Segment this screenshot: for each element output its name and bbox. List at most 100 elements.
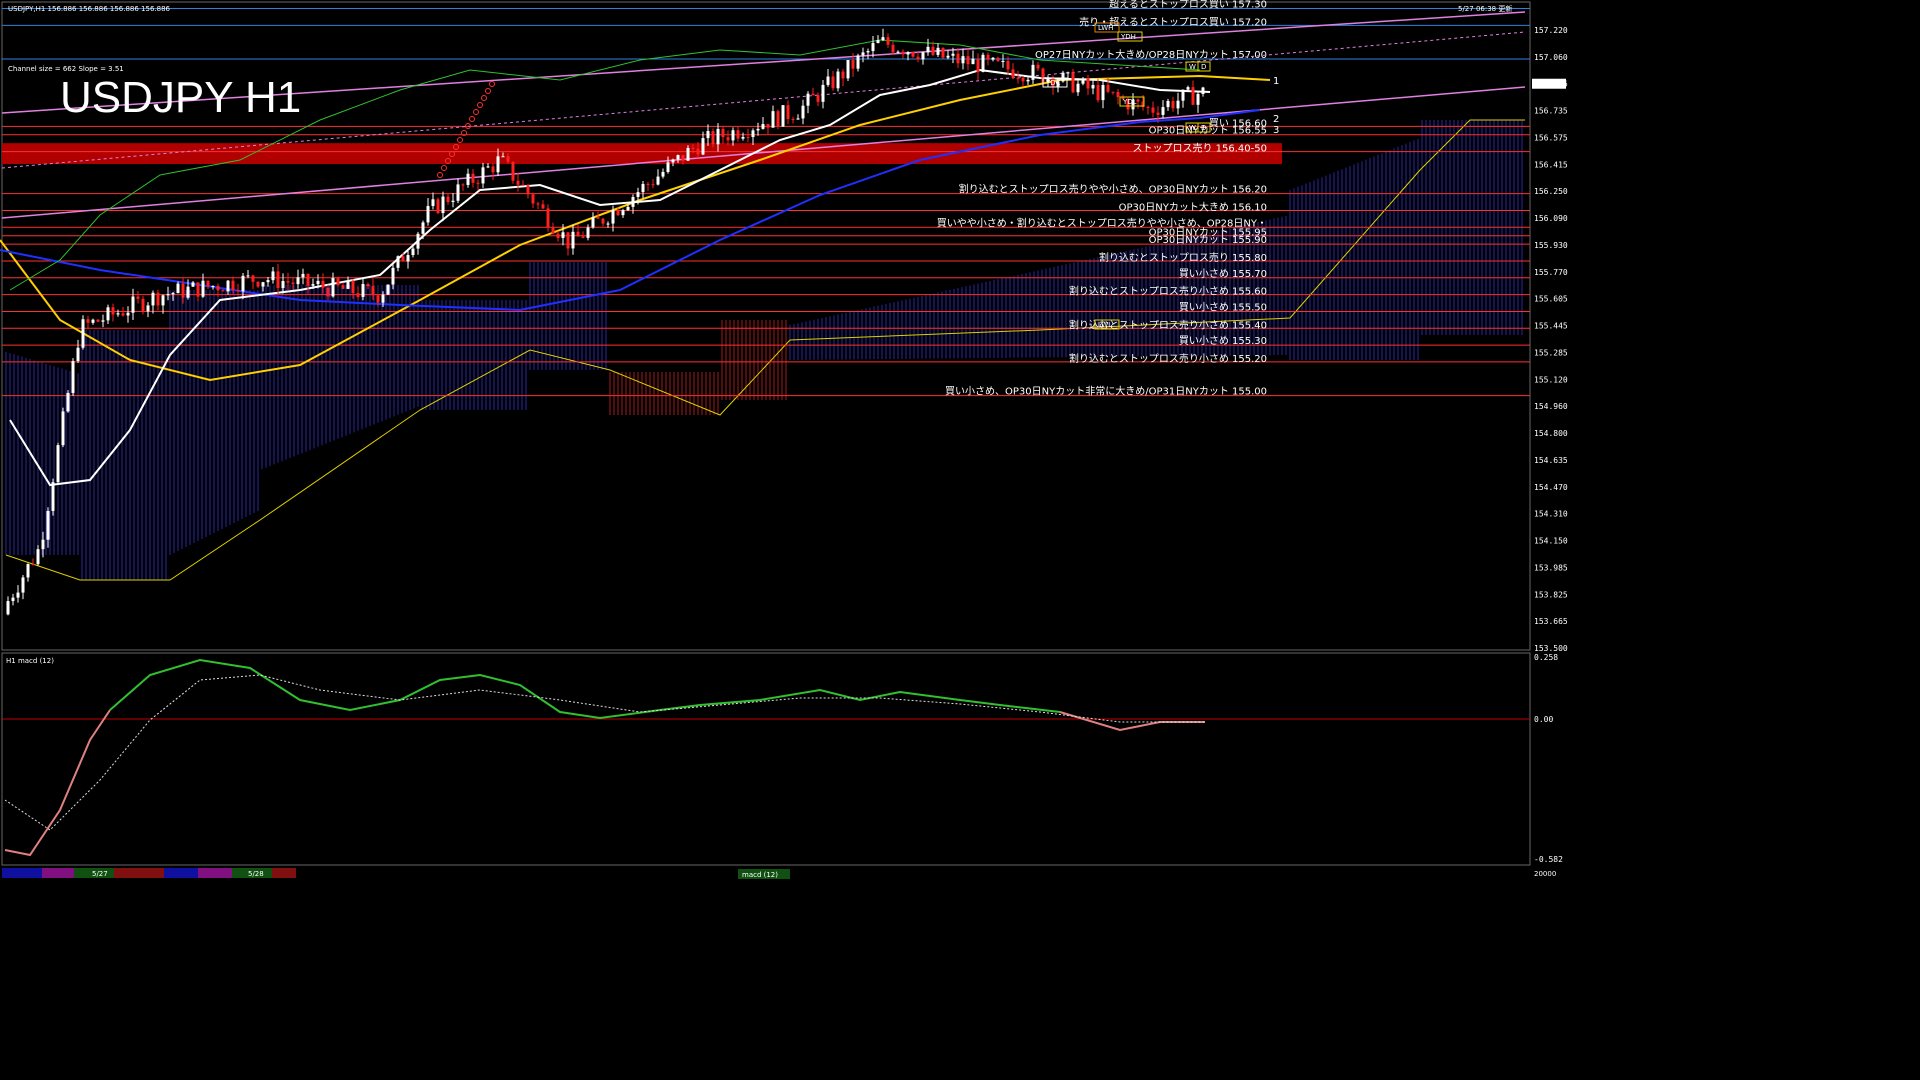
candle-body [276,271,280,288]
candle-body [966,56,970,65]
candle-body [1176,100,1180,109]
candle-body [471,173,475,183]
candle-body [241,275,245,292]
candle-body [1091,85,1095,89]
candle-body [841,71,845,79]
candle-body [1151,107,1155,113]
candle-body [1146,107,1150,109]
price-tick: 156.415 [1534,160,1568,169]
sar-dot [481,95,487,101]
date-label-1: 5/27 [92,870,108,878]
candle-body [591,217,595,228]
pivot-number-3: 3 [1273,125,1279,136]
candle-body [51,482,55,511]
candle-body [996,57,1000,62]
candle-body [986,54,990,60]
price-tick: 155.770 [1534,268,1568,277]
candle-body [211,285,215,287]
price-tick: 153.665 [1534,617,1568,626]
candle-body [536,203,540,205]
candle-body [786,105,790,120]
candle-body [921,52,925,60]
candle-body [556,233,560,239]
candle-body [701,138,705,155]
candle-body [376,295,380,303]
candle-body [396,256,400,268]
candle-body [451,200,455,203]
candle-body [301,273,305,278]
candle-body [711,131,715,145]
candle-body [761,124,765,129]
candle-body [1156,112,1160,115]
candle-body [1066,72,1070,74]
price-tick: 156.090 [1534,214,1568,223]
candle-body [1036,64,1040,69]
candle-body [456,184,460,201]
candle-body [1181,89,1185,101]
candle-body [31,564,35,566]
candle-body [1166,100,1170,108]
price-tick: 153.825 [1534,590,1568,599]
candle-body [991,57,995,60]
candle-body [606,223,610,225]
candle-body [1071,72,1075,93]
candle-body [221,290,225,292]
price-tick: 154.800 [1534,429,1568,438]
candle-body [86,319,90,323]
candle-body [551,227,555,234]
candle-body [411,248,415,256]
candle-body [866,51,870,53]
candle-body [751,130,755,138]
candle-body [1006,60,1010,70]
candle-body [861,52,865,56]
macd-tab-label: macd (12) [742,871,778,879]
candle-body [581,236,585,238]
candle-body [1076,83,1080,93]
candle-body [321,280,325,288]
price-tick: 155.120 [1534,375,1568,384]
d-marker-bottom: D [1201,124,1206,132]
candle-body [296,277,300,285]
candle-body [346,280,350,289]
candle-body [1106,84,1110,92]
candle-body [951,53,955,56]
candle-body [61,411,65,446]
candle-body [441,196,445,214]
macd-tick: -0.582 [1534,855,1563,864]
level-label: OP30日NYカット 155.90 [1149,234,1267,246]
candle-body [496,156,500,173]
candle-body [811,93,815,96]
symbol-info: USDJPY,H1 156.886 156.886 156.886 156.88… [8,5,171,13]
candle-body [311,284,315,286]
price-tick: 156.575 [1534,133,1568,142]
candle-body [436,199,440,214]
ydc-marker: YDC [1045,79,1061,87]
candle-body [16,592,20,598]
candle-body [846,60,850,79]
candle-body [676,155,680,160]
candle-body [206,280,210,287]
candle-body [236,290,240,292]
candle-body [566,232,570,249]
candle-body [611,210,615,224]
level-label: ストップロス売り 156.40-50 [1132,142,1267,155]
candle-body [181,283,185,298]
candle-body [686,147,690,161]
candle-body [231,280,235,291]
macd-tick: 0.00 [1534,715,1553,724]
candle-body [306,273,310,286]
candle-body [721,128,725,138]
level-label: 買い小さめ 155.50 [1179,301,1267,313]
candle-body [771,111,775,128]
candle-body [291,282,295,285]
price-tick: 156.735 [1534,107,1568,116]
candle-body [896,51,900,53]
candle-body [521,184,525,186]
candle-body [466,173,470,185]
candle-body [881,37,885,41]
candle-body [836,71,840,89]
candle-body [351,280,355,294]
sar-dot [489,81,495,87]
level-label: 割り込むとストップロス売り 155.80 [1099,251,1267,264]
candle-body [156,292,160,306]
